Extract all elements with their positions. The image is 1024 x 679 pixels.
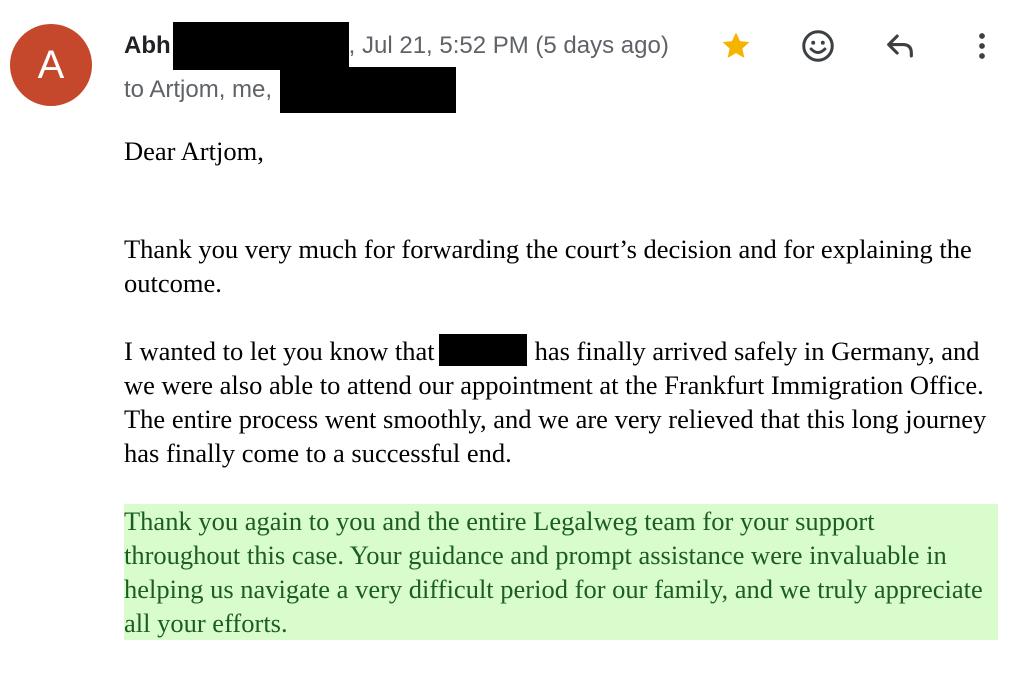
sender-avatar[interactable]: A <box>10 24 92 106</box>
sender-name[interactable]: Abh <box>124 32 171 60</box>
star-icon <box>722 32 750 58</box>
star-button[interactable] <box>714 24 758 68</box>
message-actions <box>714 24 1004 68</box>
recipients-text: to Artjom, me, <box>124 76 273 103</box>
avatar-letter: A <box>37 43 65 87</box>
email-message: A Abh , Jul 21, 5:52 PM (5 days ago) to … <box>0 0 1024 679</box>
reply-button[interactable] <box>878 24 922 68</box>
highlighted-paragraph: Thank you again to you and the entire Le… <box>124 504 998 640</box>
paragraph-arrival-start: I wanted to let you know that <box>124 336 435 366</box>
message-date: , Jul 21, 5:52 PM (5 days ago) <box>348 32 669 59</box>
message-body: Dear Artjom, Thank you very much for for… <box>124 134 1004 640</box>
add-reaction-button[interactable] <box>796 24 840 68</box>
more-vertical-icon <box>979 33 985 59</box>
paragraph-arrival: I wanted to let you know that has finally… <box>124 334 1004 470</box>
paragraph-thanks: Thank you very much for forwarding the c… <box>124 234 972 298</box>
greeting: Dear Artjom, <box>124 136 264 166</box>
redacted-sender-name <box>172 22 349 70</box>
more-options-button[interactable] <box>960 24 1004 68</box>
redacted-name <box>438 334 527 366</box>
add-reaction-icon <box>802 30 834 62</box>
recipients-line[interactable]: to Artjom, me, <box>124 66 457 114</box>
redacted-recipient <box>280 67 457 113</box>
reply-icon <box>887 34 913 58</box>
